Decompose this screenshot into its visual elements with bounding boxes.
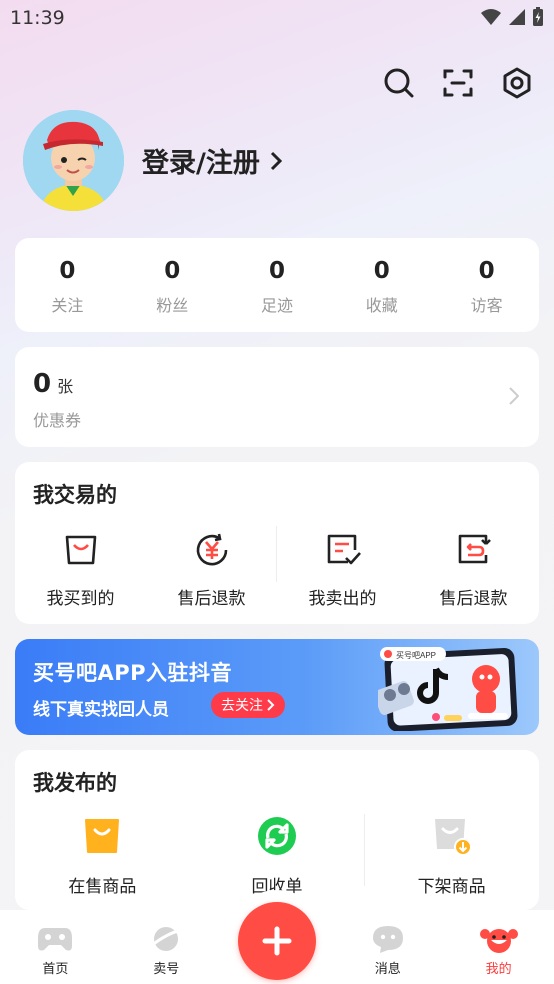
trade-item-refund-buy[interactable]: 售后退款 bbox=[146, 530, 277, 609]
scan-icon[interactable] bbox=[441, 66, 475, 100]
stat-label: 关注 bbox=[51, 296, 84, 315]
chevron-right-icon bbox=[270, 151, 282, 170]
bag-icon bbox=[61, 530, 101, 570]
publish-item-recycle[interactable]: 回收单 bbox=[190, 816, 365, 897]
tab-label: 卖号 bbox=[153, 962, 180, 977]
my-trades-card: 我交易的 我买到的 售后退款 我卖出的 售后退款 bbox=[15, 462, 539, 624]
stats-card: 0 关注 0 粉丝 0 足迹 0 收藏 0 访客 bbox=[15, 238, 539, 332]
settings-icon[interactable] bbox=[500, 66, 534, 100]
refund-yen-icon bbox=[192, 530, 232, 570]
plus-icon bbox=[262, 926, 292, 956]
login-register-link[interactable]: 登录/注册 bbox=[142, 141, 282, 180]
stat-label: 足迹 bbox=[260, 296, 293, 315]
signal-icon bbox=[509, 9, 525, 25]
stat-visitors[interactable]: 0 访客 bbox=[434, 238, 539, 332]
gamepad-icon bbox=[38, 928, 73, 951]
tab-sell[interactable]: 卖号 bbox=[111, 910, 222, 984]
sold-check-icon bbox=[323, 530, 363, 570]
coupon-label: 优惠券 bbox=[33, 411, 82, 430]
publish-item-label: 下架商品 bbox=[417, 877, 486, 897]
banner-illustration: 买号吧APP bbox=[374, 645, 523, 732]
recycle-icon bbox=[257, 816, 297, 856]
section-title: 我发布的 bbox=[33, 771, 117, 795]
avatar[interactable] bbox=[23, 110, 124, 211]
search-icon[interactable] bbox=[382, 66, 416, 100]
stat-fans[interactable]: 0 粉丝 bbox=[120, 238, 225, 332]
top-actions bbox=[382, 66, 534, 100]
stat-label: 粉丝 bbox=[156, 296, 189, 315]
stat-favorites[interactable]: 0 收藏 bbox=[329, 238, 434, 332]
on-sale-bag-icon bbox=[82, 816, 122, 856]
chevron-right-icon bbox=[267, 699, 275, 711]
battery-icon bbox=[533, 7, 543, 26]
profile-header[interactable]: 登录/注册 bbox=[23, 110, 282, 211]
stat-value: 0 bbox=[164, 258, 181, 284]
wifi-icon bbox=[481, 9, 501, 25]
trade-item-label: 我买到的 bbox=[46, 589, 115, 609]
tab-label: 我的 bbox=[485, 962, 512, 977]
stat-label: 访客 bbox=[470, 296, 503, 315]
stat-footprints[interactable]: 0 足迹 bbox=[225, 238, 330, 332]
login-label: 登录/注册 bbox=[142, 148, 260, 179]
chevron-right-icon bbox=[509, 387, 519, 405]
stat-value: 0 bbox=[478, 258, 495, 284]
mascot-icon bbox=[479, 929, 518, 953]
follow-button[interactable]: 去关注 bbox=[211, 692, 285, 718]
trade-item-label: 我卖出的 bbox=[308, 589, 377, 609]
tab-label: 首页 bbox=[42, 962, 69, 977]
trade-item-label: 售后退款 bbox=[177, 589, 246, 609]
section-title: 我交易的 bbox=[33, 483, 117, 507]
publish-item-on-sale[interactable]: 在售商品 bbox=[15, 816, 190, 897]
my-published-card: 我发布的 在售商品 回收单 下架商品 bbox=[15, 750, 539, 910]
coupon-card[interactable]: 0 张 优惠券 bbox=[15, 347, 539, 447]
chat-icon bbox=[372, 926, 403, 953]
publish-plus-button[interactable] bbox=[238, 902, 316, 980]
publish-item-off-shelf[interactable]: 下架商品 bbox=[364, 816, 539, 897]
refund-return-icon bbox=[454, 530, 494, 570]
tab-mine[interactable]: 我的 bbox=[443, 910, 554, 984]
banner-subtitle: 线下真实找回人员 bbox=[33, 700, 169, 720]
tab-home[interactable]: 首页 bbox=[0, 910, 111, 984]
coupon-count: 0 bbox=[33, 369, 52, 399]
stat-following[interactable]: 0 关注 bbox=[15, 238, 120, 332]
stat-value: 0 bbox=[373, 258, 390, 284]
promo-banner[interactable]: 买号吧APP入驻抖音 线下真实找回人员 去关注 买号吧APP bbox=[15, 639, 539, 735]
trade-item-label: 售后退款 bbox=[439, 589, 508, 609]
follow-button-label: 去关注 bbox=[221, 698, 263, 714]
coupon-unit: 张 bbox=[57, 377, 74, 396]
status-icons bbox=[480, 7, 544, 27]
off-shelf-icon bbox=[432, 816, 472, 856]
trade-item-sold[interactable]: 我卖出的 bbox=[277, 530, 408, 609]
tab-label: 消息 bbox=[374, 962, 401, 977]
planet-icon bbox=[150, 927, 182, 951]
publish-item-label: 在售商品 bbox=[68, 877, 137, 897]
banner-title: 买号吧APP入驻抖音 bbox=[33, 661, 233, 685]
stat-value: 0 bbox=[59, 258, 76, 284]
tab-messages[interactable]: 消息 bbox=[332, 910, 443, 984]
trade-item-refund-sell[interactable]: 售后退款 bbox=[408, 530, 539, 609]
trade-item-bought[interactable]: 我买到的 bbox=[15, 530, 146, 609]
status-bar: 11:39 bbox=[0, 0, 554, 38]
status-time: 11:39 bbox=[10, 7, 65, 29]
stat-value: 0 bbox=[268, 258, 285, 284]
banner-badge-text: 买号吧APP bbox=[396, 651, 436, 660]
stat-label: 收藏 bbox=[365, 296, 398, 315]
coupon-value: 0 张 bbox=[33, 369, 73, 399]
